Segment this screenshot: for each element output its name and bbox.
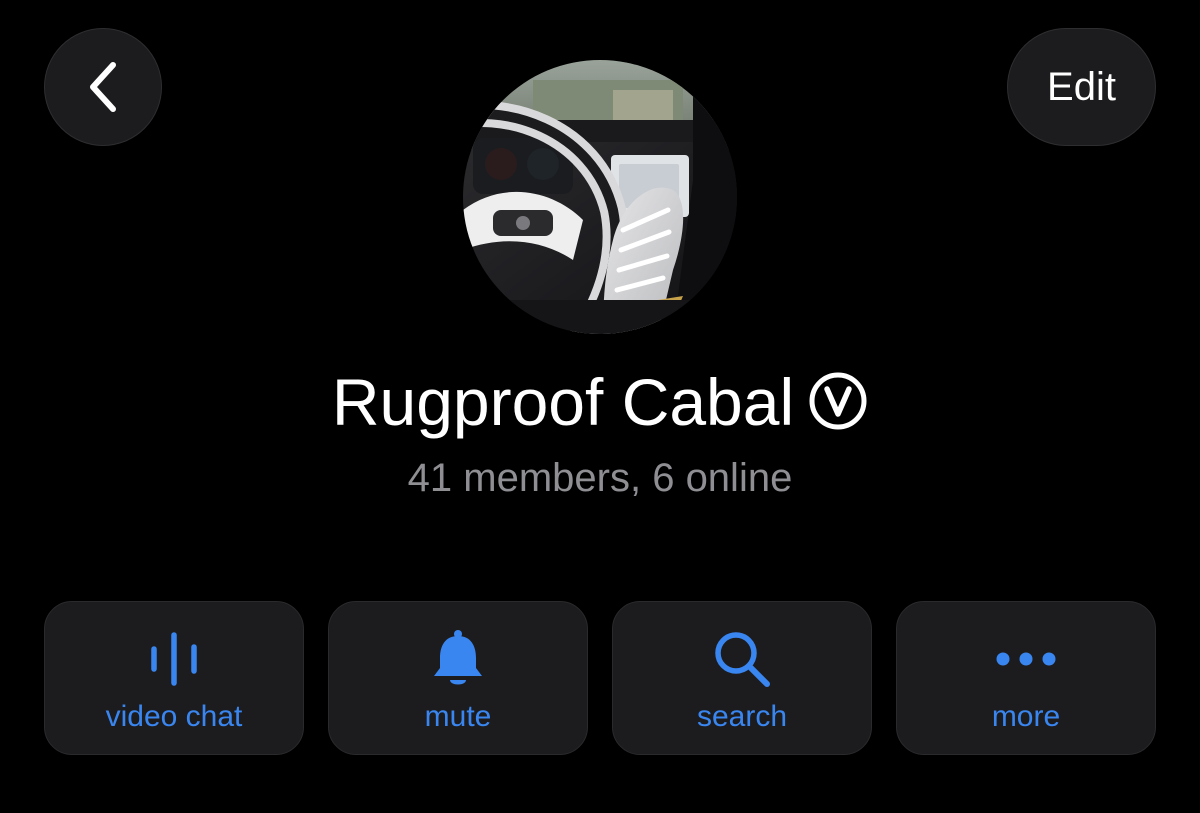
search-button[interactable]: search: [612, 601, 872, 755]
chevron-left-icon: [90, 62, 116, 112]
video-chat-label: video chat: [105, 700, 243, 733]
ellipsis-icon: [996, 652, 1056, 666]
edit-button[interactable]: Edit: [1007, 28, 1156, 146]
group-title-row: Rugproof Cabal: [0, 362, 1200, 442]
member-count: 41 members, 6 online: [407, 456, 793, 500]
avatar-image: [463, 60, 737, 334]
search-label: search: [696, 700, 788, 733]
video-chat-button[interactable]: video chat: [44, 601, 304, 755]
bell-icon: [434, 630, 482, 685]
magnifier-icon: [715, 632, 770, 687]
group-avatar[interactable]: [463, 60, 737, 334]
mute-button[interactable]: mute: [328, 601, 588, 755]
verified-badge-icon: [809, 372, 867, 430]
more-button[interactable]: more: [896, 601, 1156, 755]
group-title: Rugproof Cabal: [331, 365, 795, 439]
back-button[interactable]: [44, 28, 162, 146]
waveform-icon: [151, 632, 197, 686]
mute-label: mute: [424, 700, 492, 733]
more-label: more: [991, 700, 1061, 733]
